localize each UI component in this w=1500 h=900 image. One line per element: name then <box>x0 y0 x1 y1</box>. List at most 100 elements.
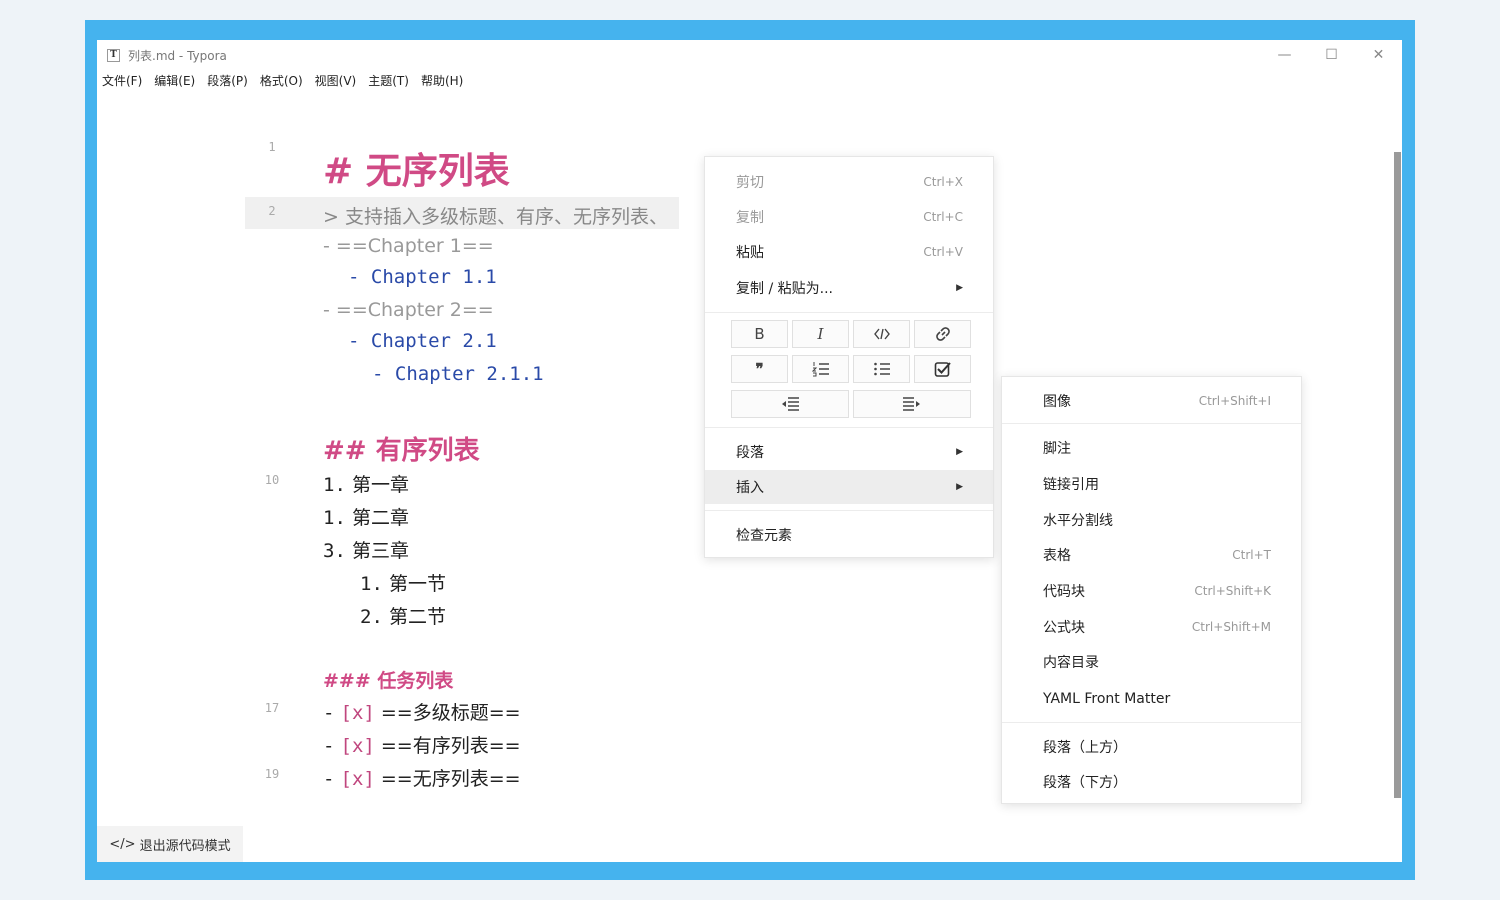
insert-paragraph-below[interactable]: 段落（下方） <box>1002 765 1301 799</box>
exit-source-mode-button[interactable]: </> 退出源代码模式 <box>97 826 243 862</box>
menu-cut[interactable]: 剪切 Ctrl+X <box>705 165 993 199</box>
heading-3: ### 任务列表 <box>323 670 454 692</box>
minimize-icon[interactable]: — <box>1261 40 1308 70</box>
ol-marker: 3. <box>323 540 346 562</box>
menu-help[interactable]: 帮助(H) <box>421 72 463 89</box>
menu-view[interactable]: 视图(V) <box>315 72 357 89</box>
quote-icon: ❞ <box>755 360 764 378</box>
ol-text: 第三章 <box>351 540 409 562</box>
checkbox-icon <box>934 362 951 377</box>
code-icon <box>873 328 890 340</box>
line-number: 10 <box>264 473 280 487</box>
menu-file[interactable]: 文件(F) <box>102 72 142 89</box>
heading-1: # 无序列表 <box>323 151 510 192</box>
list-marker: - <box>348 266 371 288</box>
paste-shortcut: Ctrl+V <box>923 245 963 259</box>
list-text: Chapter 1.1 <box>370 266 497 288</box>
task-text: ==有序列表== <box>380 735 521 757</box>
outdent-button[interactable] <box>731 390 849 418</box>
code-button[interactable] <box>853 320 910 348</box>
ol-marker: 1. <box>360 573 383 595</box>
ol-marker: 1. <box>323 474 346 496</box>
task-check: [x] <box>340 735 375 757</box>
menu-bar: 文件(F) 编辑(E) 段落(P) 格式(O) 视图(V) 主题(T) 帮助(H… <box>102 72 463 89</box>
task-marker: - <box>323 735 335 757</box>
unordered-list-icon <box>873 362 890 376</box>
menu-separator <box>1002 423 1301 424</box>
typora-logo-icon: T <box>107 48 120 62</box>
ol-text: 第二节 <box>388 606 446 628</box>
code-icon: </> <box>109 836 136 852</box>
scroll-thumb[interactable] <box>1394 152 1401 798</box>
link-button[interactable] <box>914 320 971 348</box>
menu-separator <box>705 510 993 511</box>
menu-separator <box>1002 722 1301 723</box>
window-controls: — ☐ ✕ <box>1261 40 1402 70</box>
menu-paste[interactable]: 粘贴 Ctrl+V <box>705 235 993 269</box>
insert-link-reference[interactable]: 链接引用 <box>1002 467 1301 501</box>
menu-insert[interactable]: 插入 ▶ <box>705 470 993 504</box>
submenu-arrow-icon: ▶ <box>956 283 963 293</box>
list-text: Chapter 2.1.1 <box>394 363 544 385</box>
menu-inspect-element[interactable]: 检查元素 <box>705 518 993 552</box>
task-text: ==多级标题== <box>380 702 521 724</box>
insert-table[interactable]: 表格 Ctrl+T <box>1002 538 1301 572</box>
menu-separator <box>705 427 993 428</box>
menu-copy[interactable]: 复制 Ctrl+C <box>705 200 993 234</box>
list-marker: - <box>372 363 395 385</box>
insert-paragraph-above[interactable]: 段落（上方） <box>1002 730 1301 764</box>
line-number: 1 <box>268 140 276 154</box>
ol-marker: 1. <box>323 507 346 529</box>
insert-math-block[interactable]: 公式块 Ctrl+Shift+M <box>1002 610 1301 644</box>
list-text: ==Chapter 2== <box>335 299 494 321</box>
exit-source-mode-label: 退出源代码模式 <box>139 838 231 854</box>
insert-toc[interactable]: 内容目录 <box>1002 645 1301 679</box>
insert-yaml-front-matter[interactable]: YAML Front Matter <box>1002 682 1301 716</box>
insert-code-block[interactable]: 代码块 Ctrl+Shift+K <box>1002 574 1301 608</box>
list-text: ==Chapter 1== <box>335 235 494 257</box>
menu-theme[interactable]: 主题(T) <box>368 72 409 89</box>
list-text: Chapter 2.1 <box>370 330 497 352</box>
item-shortcut: Ctrl+Shift+K <box>1194 584 1271 598</box>
submenu-arrow-icon: ▶ <box>956 447 963 457</box>
indent-icon <box>903 397 920 411</box>
italic-button[interactable]: I <box>792 320 849 348</box>
title-bar: T 列表.md - Typora — ☐ ✕ <box>97 40 1402 70</box>
quote-button[interactable]: ❞ <box>731 355 788 383</box>
menu-copy-paste-as[interactable]: 复制 / 粘贴为... ▶ <box>705 271 993 305</box>
menu-paragraph[interactable]: 段落 ▶ <box>705 435 993 469</box>
vertical-scrollbar[interactable] <box>1392 152 1402 798</box>
task-text: ==无序列表== <box>380 768 521 790</box>
ol-text: 第一节 <box>388 573 446 595</box>
task-check: [x] <box>340 702 375 724</box>
list-marker: - <box>348 330 371 352</box>
link-icon <box>935 327 950 341</box>
insert-image[interactable]: 图像 Ctrl+Shift+I <box>1002 384 1301 418</box>
bold-button[interactable]: B <box>731 320 788 348</box>
line-number: 2 <box>268 204 276 218</box>
menu-format[interactable]: 格式(O) <box>260 72 303 89</box>
menu-edit[interactable]: 编辑(E) <box>154 72 195 89</box>
insert-footnote[interactable]: 脚注 <box>1002 431 1301 465</box>
window-title: 列表.md - Typora <box>128 48 227 63</box>
item-shortcut: Ctrl+Shift+M <box>1191 620 1271 634</box>
outdent-icon <box>782 397 799 411</box>
insert-horizontal-rule[interactable]: 水平分割线 <box>1002 503 1301 537</box>
list-marker: - <box>323 299 336 321</box>
maximize-icon[interactable]: ☐ <box>1308 40 1355 70</box>
indent-button[interactable] <box>853 390 971 418</box>
task-marker: - <box>323 768 335 790</box>
menu-paragraph[interactable]: 段落(P) <box>207 72 248 89</box>
item-shortcut: Ctrl+T <box>1232 548 1271 562</box>
copy-shortcut: Ctrl+C <box>923 210 963 224</box>
close-icon[interactable]: ✕ <box>1355 40 1402 70</box>
ol-text: 第一章 <box>351 474 409 496</box>
blockquote: > 支持插入多级标题、有序、无序列表、 <box>323 206 668 228</box>
submenu-arrow-icon: ▶ <box>956 482 963 492</box>
task-list-button[interactable] <box>914 355 971 383</box>
task-marker: - <box>323 702 335 724</box>
task-check: [x] <box>340 768 375 790</box>
ordered-list-button[interactable] <box>792 355 849 383</box>
line-number: 19 <box>264 767 280 781</box>
unordered-list-button[interactable] <box>853 355 910 383</box>
